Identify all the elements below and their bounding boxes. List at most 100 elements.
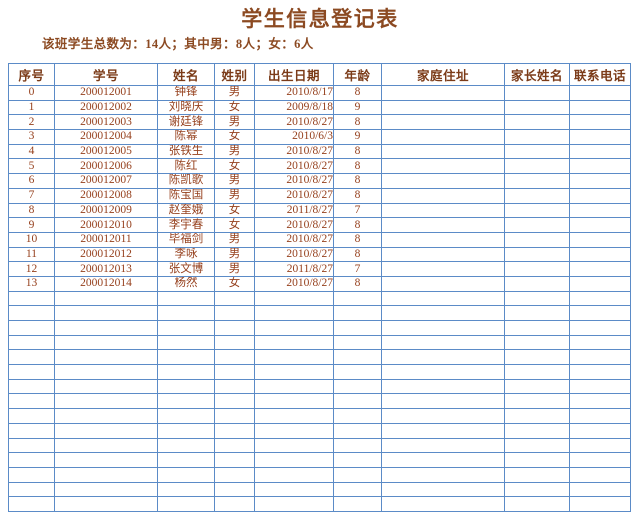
cell-seq-empty[interactable] — [8, 305, 55, 321]
cell-addr[interactable] — [381, 99, 505, 116]
cell-age-empty[interactable] — [333, 334, 382, 351]
cell-seq-empty[interactable] — [8, 334, 55, 351]
column-header-seq[interactable]: 序号 — [8, 63, 55, 86]
cell-guard[interactable] — [504, 261, 570, 277]
cell-birth-empty[interactable] — [254, 466, 334, 483]
cell-sex[interactable]: 女 — [214, 158, 255, 175]
cell-age-empty[interactable] — [333, 496, 382, 512]
cell-seq-empty[interactable] — [8, 364, 55, 380]
cell-sid-empty[interactable] — [54, 290, 158, 307]
cell-phone-empty[interactable] — [569, 393, 631, 410]
cell-age[interactable]: 9 — [333, 99, 382, 116]
cell-guard-empty[interactable] — [504, 496, 570, 512]
cell-guard[interactable] — [504, 143, 570, 160]
cell-addr[interactable] — [381, 261, 505, 277]
cell-guard-empty[interactable] — [504, 334, 570, 351]
cell-sex[interactable]: 男 — [214, 246, 255, 263]
cell-phone[interactable] — [569, 275, 631, 292]
cell-name-empty[interactable] — [157, 481, 215, 498]
cell-age[interactable]: 8 — [333, 173, 382, 189]
cell-sex[interactable]: 女 — [214, 129, 255, 145]
cell-seq-empty[interactable] — [8, 481, 55, 498]
cell-phone-empty[interactable] — [569, 364, 631, 380]
cell-guard-empty[interactable] — [504, 305, 570, 321]
cell-age[interactable]: 8 — [333, 143, 382, 160]
cell-age[interactable]: 8 — [333, 246, 382, 263]
cell-phone-empty[interactable] — [569, 378, 631, 395]
cell-sid-empty[interactable] — [54, 466, 158, 483]
cell-age-empty[interactable] — [333, 422, 382, 439]
cell-birth[interactable]: 2010/8/27 — [254, 275, 334, 292]
cell-phone-empty[interactable] — [569, 349, 631, 366]
cell-birth[interactable]: 2010/6/3 — [254, 129, 334, 145]
cell-sex-empty[interactable] — [214, 305, 255, 321]
cell-name[interactable]: 毕福剑 — [157, 231, 215, 248]
cell-name-empty[interactable] — [157, 349, 215, 366]
cell-sid[interactable]: 200012008 — [54, 187, 158, 204]
cell-addr-empty[interactable] — [381, 290, 505, 307]
cell-seq-empty[interactable] — [8, 422, 55, 439]
column-header-phone[interactable]: 联系电话 — [569, 63, 631, 86]
cell-age[interactable]: 8 — [333, 158, 382, 175]
column-header-sex[interactable]: 姓别 — [214, 63, 255, 86]
cell-phone[interactable] — [569, 202, 631, 219]
cell-sex-empty[interactable] — [214, 452, 255, 468]
cell-guard-empty[interactable] — [504, 408, 570, 424]
cell-phone[interactable] — [569, 158, 631, 175]
cell-birth-empty[interactable] — [254, 437, 334, 454]
cell-age[interactable]: 8 — [333, 231, 382, 248]
cell-name-empty[interactable] — [157, 496, 215, 512]
cell-sex-empty[interactable] — [214, 334, 255, 351]
cell-seq[interactable]: 6 — [8, 173, 55, 189]
cell-sid[interactable]: 200012001 — [54, 85, 158, 101]
cell-age[interactable]: 8 — [333, 85, 382, 101]
cell-seq[interactable]: 7 — [8, 187, 55, 204]
cell-birth[interactable]: 2010/8/27 — [254, 246, 334, 263]
cell-age-empty[interactable] — [333, 393, 382, 410]
cell-guard[interactable] — [504, 202, 570, 219]
cell-name[interactable]: 谢廷锋 — [157, 114, 215, 131]
cell-addr[interactable] — [381, 158, 505, 175]
cell-sex-empty[interactable] — [214, 290, 255, 307]
cell-birth[interactable]: 2010/8/17 — [254, 85, 334, 101]
cell-sex[interactable]: 男 — [214, 173, 255, 189]
cell-birth-empty[interactable] — [254, 290, 334, 307]
cell-sid-empty[interactable] — [54, 393, 158, 410]
cell-name[interactable]: 张铁生 — [157, 143, 215, 160]
cell-sid[interactable]: 200012003 — [54, 114, 158, 131]
cell-phone-empty[interactable] — [569, 437, 631, 454]
cell-seq[interactable]: 4 — [8, 143, 55, 160]
cell-sex[interactable]: 男 — [214, 261, 255, 277]
cell-sex[interactable]: 男 — [214, 231, 255, 248]
cell-age[interactable]: 7 — [333, 202, 382, 219]
cell-guard-empty[interactable] — [504, 290, 570, 307]
cell-sid[interactable]: 200012002 — [54, 99, 158, 116]
cell-sid-empty[interactable] — [54, 378, 158, 395]
cell-sid-empty[interactable] — [54, 334, 158, 351]
cell-name-empty[interactable] — [157, 437, 215, 454]
cell-seq[interactable]: 9 — [8, 217, 55, 233]
cell-sex-empty[interactable] — [214, 466, 255, 483]
cell-birth-empty[interactable] — [254, 481, 334, 498]
cell-sid-empty[interactable] — [54, 496, 158, 512]
cell-birth[interactable]: 2010/8/27 — [254, 158, 334, 175]
column-header-sid[interactable]: 学号 — [54, 63, 158, 86]
cell-addr-empty[interactable] — [381, 408, 505, 424]
cell-guard[interactable] — [504, 246, 570, 263]
cell-guard-empty[interactable] — [504, 437, 570, 454]
cell-sid[interactable]: 200012014 — [54, 275, 158, 292]
cell-addr-empty[interactable] — [381, 481, 505, 498]
cell-phone[interactable] — [569, 217, 631, 233]
cell-addr-empty[interactable] — [381, 437, 505, 454]
cell-guard[interactable] — [504, 99, 570, 116]
cell-phone[interactable] — [569, 231, 631, 248]
cell-phone[interactable] — [569, 173, 631, 189]
cell-birth-empty[interactable] — [254, 378, 334, 395]
cell-phone[interactable] — [569, 99, 631, 116]
cell-addr-empty[interactable] — [381, 452, 505, 468]
cell-birth-empty[interactable] — [254, 320, 334, 336]
cell-addr[interactable] — [381, 85, 505, 101]
cell-phone[interactable] — [569, 85, 631, 101]
cell-birth[interactable]: 2010/8/27 — [254, 173, 334, 189]
cell-name-empty[interactable] — [157, 466, 215, 483]
